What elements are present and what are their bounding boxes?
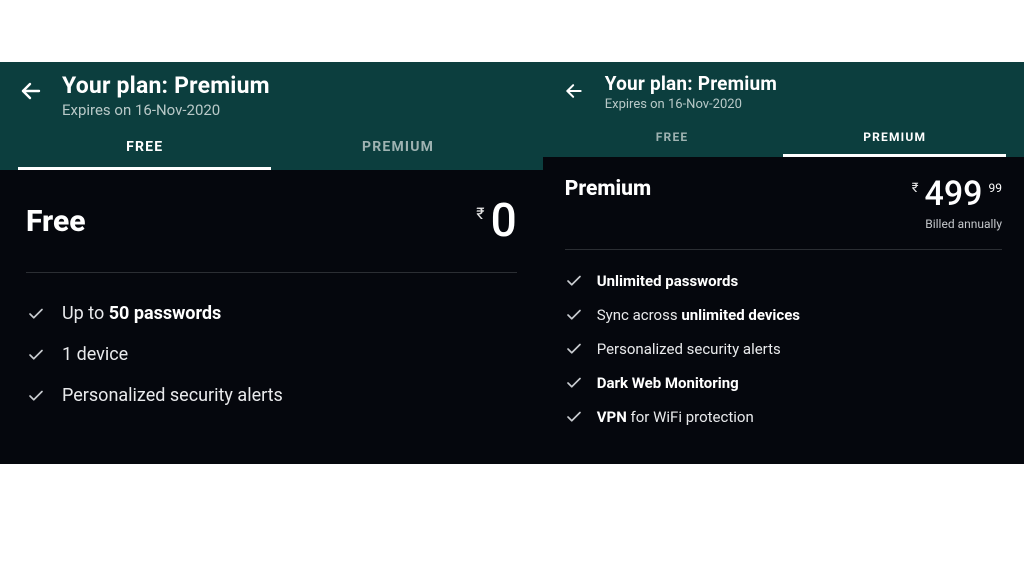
page-subtitle: Expires on 16-Nov-2020: [62, 101, 270, 119]
check-icon: [565, 374, 583, 392]
plan-name: Free: [26, 204, 86, 239]
price: ₹ 499 99 Billed annually: [912, 177, 1002, 231]
feature-item: Personalized security alerts: [565, 332, 1002, 366]
feature-text: Unlimited passwords: [597, 272, 738, 290]
header: Your plan: Premium Expires on 16-Nov-202…: [0, 62, 543, 170]
feature-text: Sync across unlimited devices: [597, 306, 800, 324]
price-amount: 0: [491, 198, 517, 244]
feature-text: Up to 50 passwords: [62, 303, 221, 324]
header-text: Your plan: Premium Expires on 16-Nov-202…: [62, 72, 270, 119]
header: Your plan: Premium Expires on 16-Nov-202…: [543, 62, 1024, 157]
feature-text: Dark Web Monitoring: [597, 374, 739, 392]
check-icon: [565, 340, 583, 358]
check-icon: [26, 386, 46, 406]
back-icon[interactable]: [18, 78, 44, 104]
panel-free: Your plan: Premium Expires on 16-Nov-202…: [0, 62, 543, 464]
feature-text: Personalized security alerts: [597, 340, 781, 358]
feature-item: VPN for WiFi protection: [565, 400, 1002, 434]
feature-list: Unlimited passwords Sync across unlimited…: [565, 264, 1002, 434]
feature-item: Dark Web Monitoring: [565, 366, 1002, 400]
feature-item: Personalized security alerts: [26, 375, 517, 416]
back-icon[interactable]: [561, 78, 587, 104]
price: ₹ 0: [476, 198, 516, 244]
billing-note: Billed annually: [925, 217, 1002, 231]
panel-premium: Your plan: Premium Expires on 16-Nov-202…: [543, 62, 1024, 464]
divider: [26, 272, 517, 273]
feature-item: 1 device: [26, 334, 517, 375]
divider: [565, 249, 1002, 250]
tab-premium[interactable]: PREMIUM: [271, 127, 524, 170]
tabs: FREE PREMIUM: [561, 120, 1006, 157]
page-title: Your plan: Premium: [605, 72, 777, 95]
feature-list: Up to 50 passwords 1 device Personalized s…: [26, 293, 517, 416]
page-title: Your plan: Premium: [62, 72, 270, 99]
page-subtitle: Expires on 16-Nov-2020: [605, 97, 777, 112]
plan-name: Premium: [565, 177, 651, 201]
feature-text: 1 device: [62, 344, 128, 365]
plan-body: Premium ₹ 499 99 Billed annually Unlimit…: [543, 157, 1024, 464]
check-icon: [26, 304, 46, 324]
feature-text: VPN for WiFi protection: [597, 408, 754, 426]
check-icon: [565, 272, 583, 290]
feature-text: Personalized security alerts: [62, 385, 283, 406]
check-icon: [565, 306, 583, 324]
check-icon: [565, 408, 583, 426]
tab-free[interactable]: FREE: [561, 120, 784, 157]
check-icon: [26, 345, 46, 365]
currency-symbol: ₹: [912, 181, 919, 196]
header-text: Your plan: Premium Expires on 16-Nov-202…: [605, 72, 777, 112]
currency-symbol: ₹: [476, 204, 484, 223]
plan-body: Free ₹ 0 Up to 50 passwords 1 device Perso…: [0, 170, 543, 464]
price-amount: 499: [925, 177, 983, 211]
feature-item: Up to 50 passwords: [26, 293, 517, 334]
price-cents: 99: [989, 181, 1003, 195]
feature-item: Sync across unlimited devices: [565, 298, 1002, 332]
tab-free[interactable]: FREE: [18, 127, 271, 170]
tab-premium[interactable]: PREMIUM: [783, 120, 1006, 157]
feature-item: Unlimited passwords: [565, 264, 1002, 298]
tabs: FREE PREMIUM: [18, 127, 525, 170]
